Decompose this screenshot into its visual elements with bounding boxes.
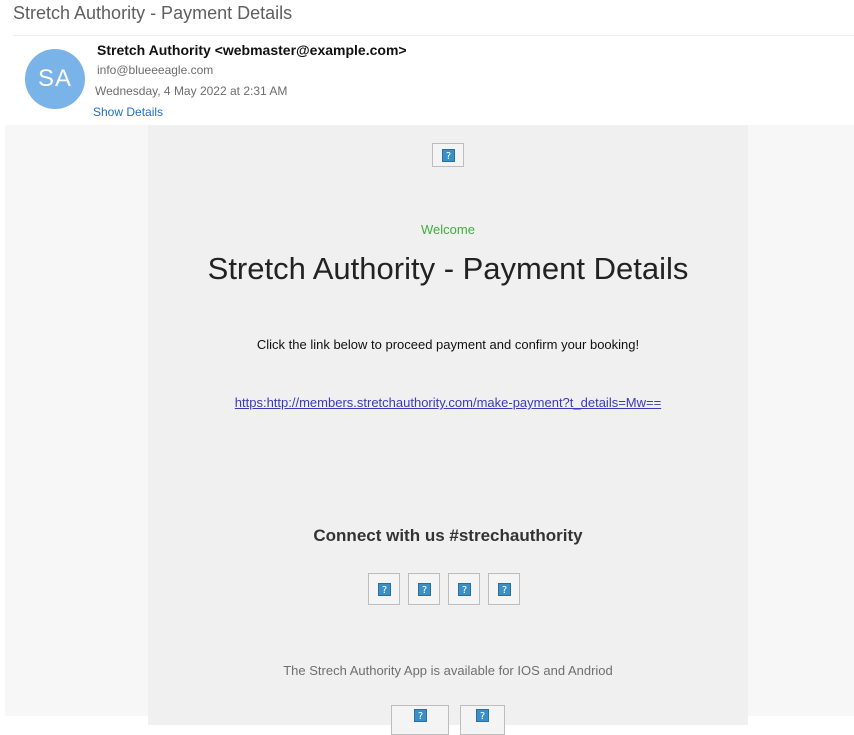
recipient-field: info@blueeeagle.com: [97, 63, 214, 77]
question-mark-icon: ?: [418, 583, 431, 596]
app-availability-text: The Strech Authority App is available fo…: [283, 663, 613, 678]
broken-image-icon: ?: [432, 143, 464, 167]
email-content-card: ? Welcome Stretch Authority - Payment De…: [148, 125, 748, 735]
email-subject: Stretch Authority - Payment Details: [13, 3, 293, 23]
play-store-broken-image-icon[interactable]: ?: [460, 705, 505, 735]
social-broken-image-icon[interactable]: ?: [488, 573, 520, 605]
question-mark-icon: ?: [378, 583, 391, 596]
social-broken-image-icon[interactable]: ?: [368, 573, 400, 605]
page-title: Stretch Authority - Payment Details: [207, 251, 689, 286]
payment-link[interactable]: https:http://members.stretchauthority.co…: [148, 395, 748, 410]
show-details-link[interactable]: Show Details: [93, 105, 163, 119]
social-broken-image-icon[interactable]: ?: [408, 573, 440, 605]
sender-field: Stretch Authority <webmaster@example.com…: [97, 42, 407, 58]
social-broken-image-icon[interactable]: ?: [448, 573, 480, 605]
question-mark-icon: ?: [458, 583, 471, 596]
header-divider: [13, 35, 854, 36]
question-mark-icon: ?: [498, 583, 511, 596]
instruction-text: Click the link below to proceed payment …: [256, 337, 640, 352]
email-date: Wednesday, 4 May 2022 at 2:31 AM: [95, 84, 288, 98]
question-mark-icon: ?: [442, 149, 455, 162]
welcome-text: Welcome: [421, 222, 475, 237]
connect-heading: Connect with us #strechauthority: [313, 526, 583, 545]
avatar: SA: [25, 49, 85, 109]
app-store-broken-image-icon[interactable]: ?: [391, 705, 449, 735]
